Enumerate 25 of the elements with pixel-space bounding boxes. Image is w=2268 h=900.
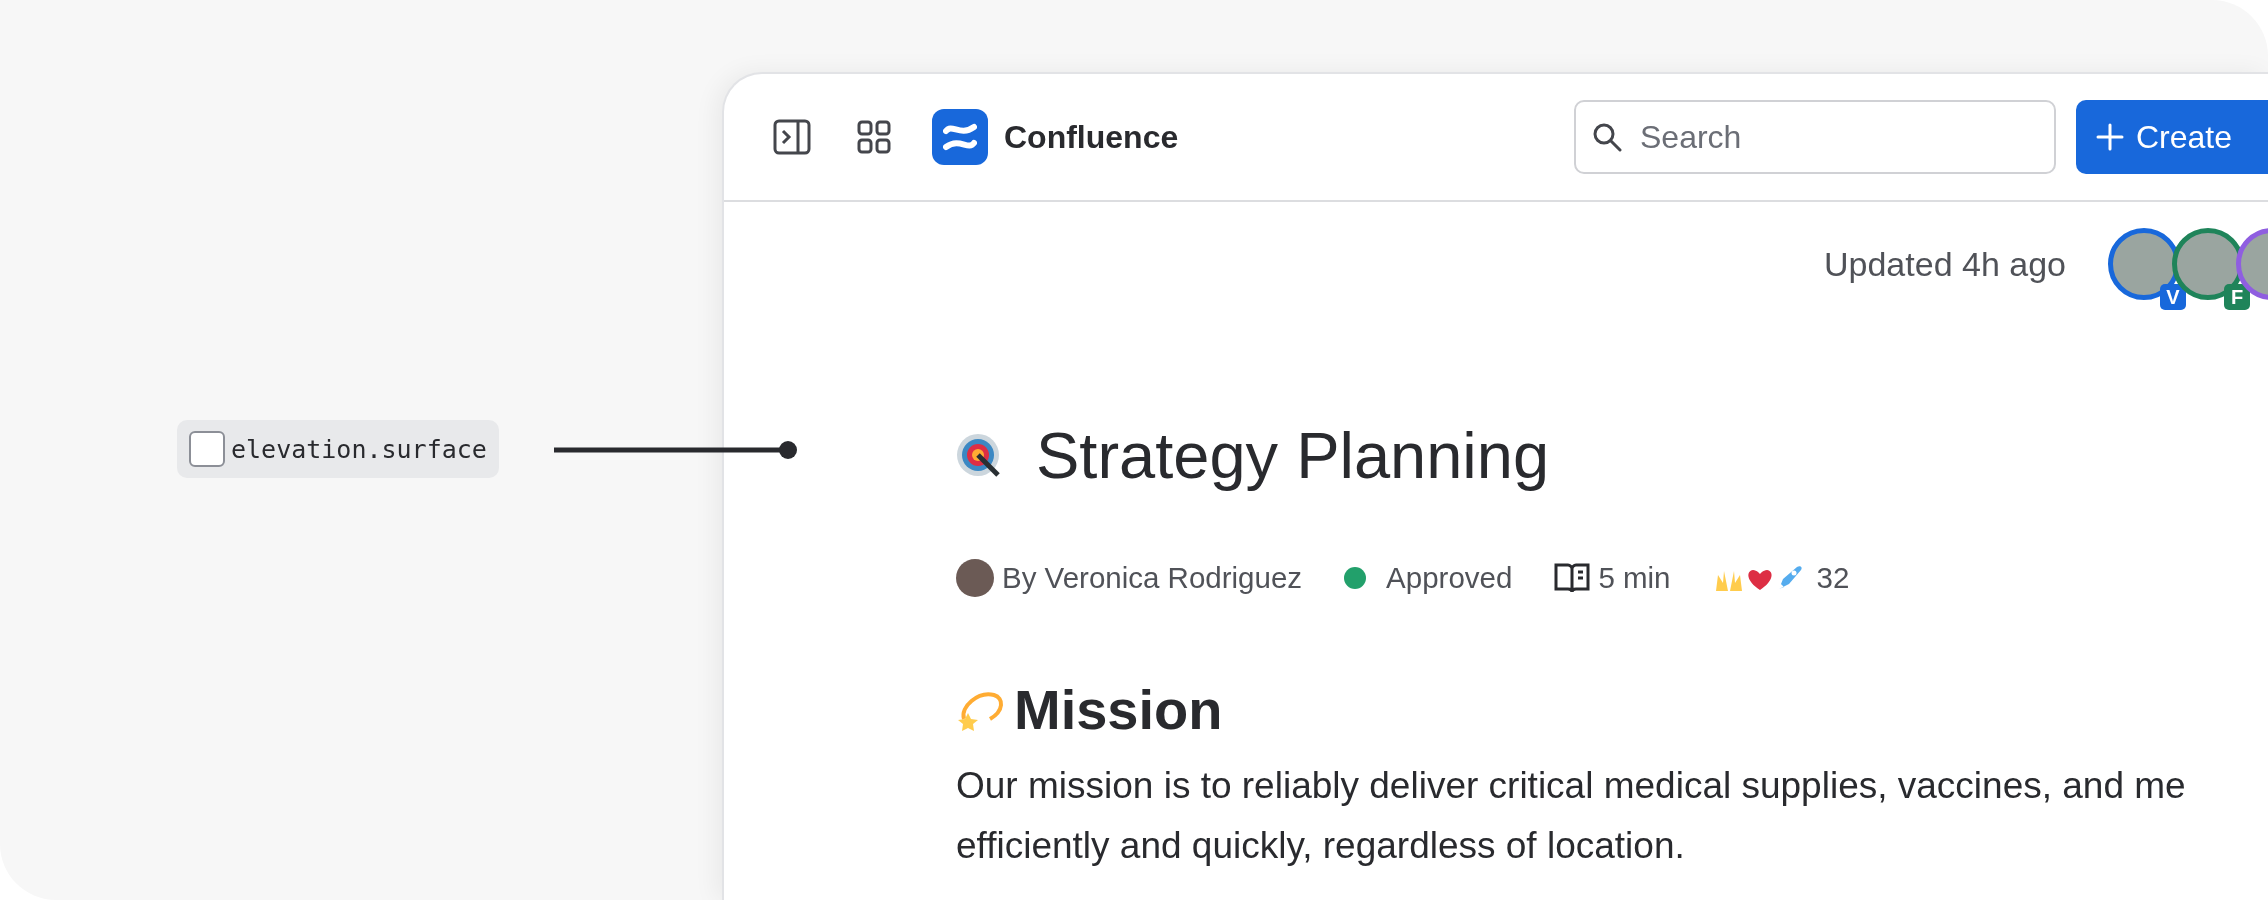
read-time: 5 min	[1598, 561, 1671, 595]
author-name[interactable]: By Veronica Rodriguez	[1002, 561, 1303, 595]
status-dot	[1344, 567, 1367, 589]
create-button[interactable]: Create	[2076, 100, 2268, 174]
search-icon	[1592, 122, 1622, 152]
grid-icon	[857, 120, 891, 154]
page-title: Strategy Planning	[1036, 418, 1550, 493]
sidebar-icon	[773, 119, 811, 155]
search-field[interactable]: Search	[1574, 100, 2056, 174]
reaction-count: 32	[1816, 561, 1850, 595]
book-icon	[1554, 562, 1591, 594]
confluence-logo[interactable]	[932, 109, 988, 165]
mission-paragraph: Our mission is to reliably deliver critical medical supplies, vaccines, and me efficiently and quickly, regardless of location.	[956, 764, 2187, 868]
last-updated-text: Updated 4h ago	[1824, 244, 2066, 284]
avatar-initial-badge: V	[2160, 284, 2186, 310]
plus-icon	[2096, 123, 2124, 151]
author-avatar	[956, 559, 994, 597]
avatar-initial-badge: F	[2224, 284, 2250, 310]
token-name: elevation.surface	[231, 434, 487, 464]
color-swatch	[189, 431, 225, 467]
section-heading: Mission	[1014, 677, 1223, 742]
target-icon	[956, 432, 1002, 479]
status-label: Approved	[1386, 561, 1513, 595]
logo-mark-icon	[943, 122, 977, 152]
product-name: Confluence	[1004, 118, 1179, 156]
